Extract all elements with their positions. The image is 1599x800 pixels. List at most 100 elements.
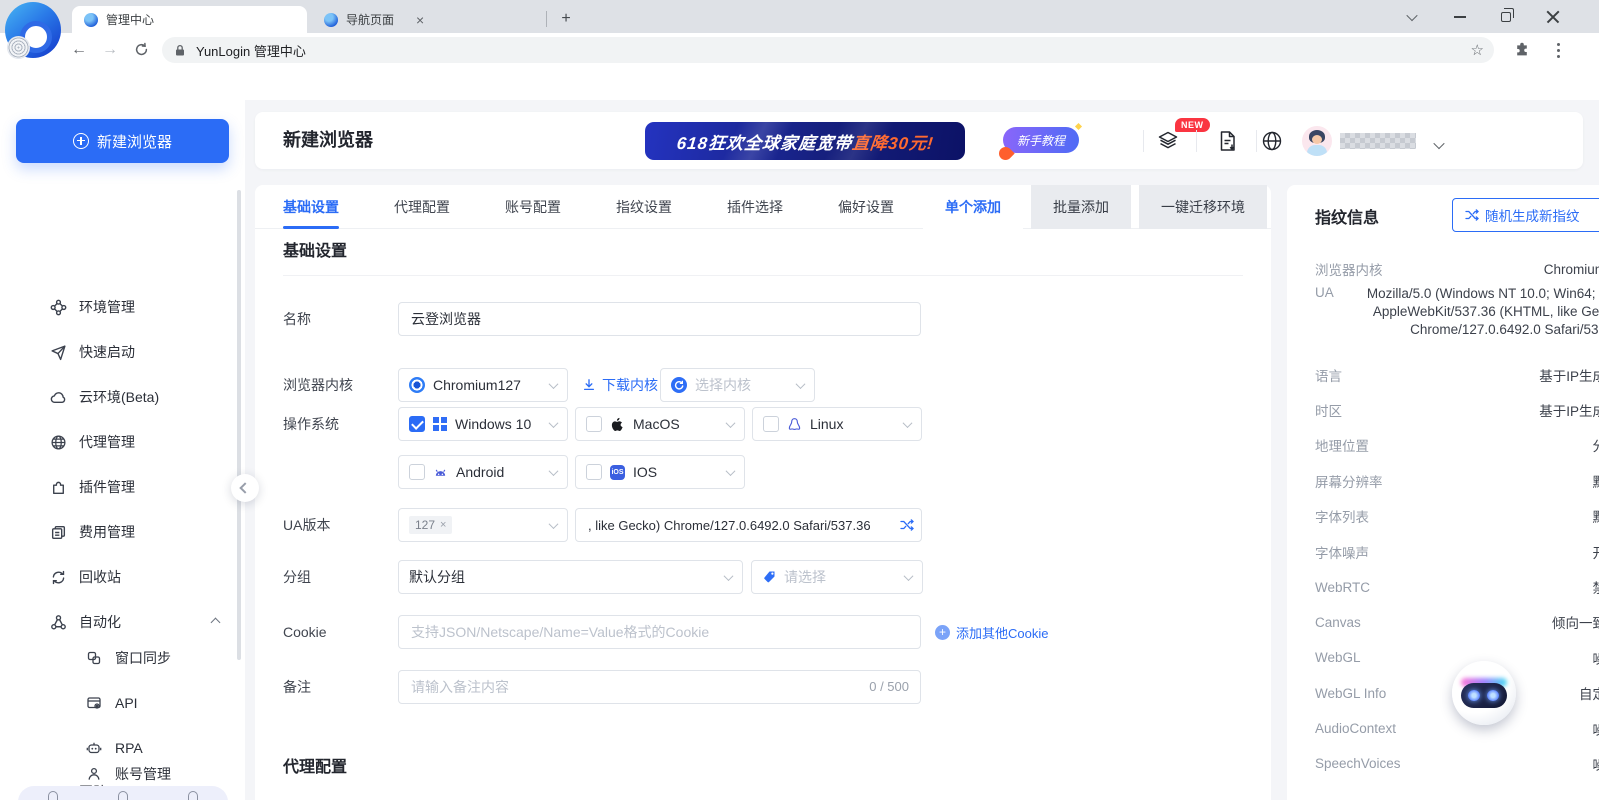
tab-basic-settings[interactable]: 基础设置 bbox=[283, 185, 339, 229]
ua-string-input[interactable] bbox=[575, 508, 922, 542]
browser-menu-icon[interactable] bbox=[1549, 40, 1567, 60]
checkbox-unchecked[interactable] bbox=[586, 464, 602, 480]
window-close-button[interactable] bbox=[1533, 0, 1573, 33]
regenerate-fingerprint-button[interactable]: 随机生成新指纹 bbox=[1452, 198, 1599, 232]
sidebar-item-recycle[interactable]: 回收站 bbox=[0, 560, 245, 594]
fingerprint-row: AudioContext噪 bbox=[1287, 711, 1599, 746]
mode-single-add[interactable]: 单个添加 bbox=[923, 185, 1023, 229]
sidebar-item-env[interactable]: 环境管理 bbox=[0, 290, 245, 324]
mode-buttons: 单个添加 批量添加 一键迁移环境 bbox=[923, 185, 1267, 229]
linux-icon bbox=[787, 417, 802, 432]
checkbox-unchecked[interactable] bbox=[763, 416, 779, 432]
sidebar-item-api[interactable]: API bbox=[0, 686, 245, 720]
os-macos-select[interactable]: MacOS bbox=[575, 407, 745, 441]
forward-icon[interactable]: → bbox=[97, 33, 123, 66]
sidebar-item-window-sync[interactable]: 窗口同步 bbox=[0, 641, 245, 675]
fingerprint-row: WebRTC禁 bbox=[1287, 569, 1599, 604]
sidebar-footer-bar[interactable] bbox=[18, 786, 228, 800]
sidebar-scrollbar[interactable] bbox=[237, 190, 241, 660]
account-chevron-icon[interactable] bbox=[1435, 136, 1443, 154]
char-counter: 0 / 500 bbox=[869, 670, 909, 704]
tab-account-config[interactable]: 账号配置 bbox=[505, 185, 561, 229]
tab-preference-settings[interactable]: 偏好设置 bbox=[838, 185, 894, 229]
remark-input[interactable] bbox=[398, 670, 921, 704]
avatar[interactable] bbox=[1302, 126, 1332, 156]
import-export-doc-icon[interactable] bbox=[1216, 129, 1240, 153]
promo-banner[interactable]: 618狂欢全球家庭宽带直降30元! bbox=[645, 122, 965, 160]
checkbox-unchecked[interactable] bbox=[409, 464, 425, 480]
window-minimize-button[interactable] bbox=[1440, 0, 1480, 33]
tag-select[interactable]: 请选择 bbox=[751, 560, 923, 594]
sidebar-item-cloud-env[interactable]: 云环境(Beta) bbox=[0, 380, 245, 414]
banner-highlight: 直降30元! bbox=[851, 134, 935, 153]
fingerprint-row: 屏幕分辨率默 bbox=[1287, 463, 1599, 498]
chromium-icon bbox=[409, 377, 425, 393]
new-browser-button[interactable]: 新建浏览器 bbox=[16, 119, 229, 163]
kernel-select[interactable]: Chromium127 bbox=[398, 368, 568, 402]
app-logo bbox=[5, 2, 61, 58]
sidebar-item-proxy[interactable]: 代理管理 bbox=[0, 425, 245, 459]
select-kernel-select[interactable]: 选择内核 bbox=[660, 368, 815, 402]
layers-icon[interactable] bbox=[1156, 129, 1180, 153]
sidebar-item-plugins[interactable]: 插件管理 bbox=[0, 470, 245, 504]
tutorial-button[interactable]: 新手教程 bbox=[1003, 127, 1079, 153]
download-kernel-link[interactable]: 下载内核 bbox=[582, 368, 658, 402]
address-bar[interactable]: YunLogin 管理中心 ☆ bbox=[162, 37, 1494, 63]
window-menu-chevron[interactable] bbox=[1392, 0, 1432, 33]
os-linux-select[interactable]: Linux bbox=[752, 407, 922, 441]
reload-icon[interactable] bbox=[128, 33, 154, 66]
checkbox-checked[interactable] bbox=[409, 416, 425, 432]
group-select[interactable]: 默认分组 bbox=[398, 560, 743, 594]
browser-tab-inactive[interactable]: 导航页面 × bbox=[312, 6, 540, 33]
extensions-puzzle-icon[interactable] bbox=[1509, 33, 1535, 66]
add-cookie-link[interactable]: 添加其他Cookie bbox=[935, 615, 1048, 649]
plus-circle-icon bbox=[73, 133, 89, 149]
screen: 管理中心 导航页面 × + ← → YunLogin 管理中心 ☆ bbox=[0, 0, 1599, 800]
ios-icon bbox=[610, 465, 625, 480]
mode-migrate-env[interactable]: 一键迁移环境 bbox=[1139, 185, 1267, 229]
banner-text: 618狂欢全球家庭宽带 bbox=[675, 134, 852, 153]
new-badge: NEW bbox=[1175, 118, 1210, 132]
name-label: 名称 bbox=[283, 302, 311, 336]
mode-batch-add[interactable]: 批量添加 bbox=[1031, 185, 1131, 229]
tag-remove-icon[interactable]: × bbox=[440, 519, 446, 531]
fingerprint-row: SpeechVoices噪 bbox=[1287, 746, 1599, 781]
cookie-input[interactable] bbox=[398, 615, 921, 649]
name-input[interactable] bbox=[398, 302, 921, 336]
tab-favicon bbox=[324, 13, 338, 27]
fingerprint-row: 浏览器内核 Chromium bbox=[1287, 255, 1599, 283]
sidebar-group-automation[interactable]: 自动化 bbox=[0, 605, 245, 639]
language-globe-icon[interactable] bbox=[1260, 129, 1284, 153]
download-icon bbox=[582, 378, 596, 392]
tab-plugin-select[interactable]: 插件选择 bbox=[727, 185, 783, 229]
ua-version-select[interactable]: 127× bbox=[398, 508, 568, 542]
new-tab-button[interactable]: + bbox=[554, 7, 578, 31]
main-panel: 基础设置 代理配置 账号配置 指纹设置 插件选择 偏好设置 单个添加 批量添加 … bbox=[255, 185, 1271, 800]
os-ios-select[interactable]: IOS bbox=[575, 455, 745, 489]
checkbox-unchecked[interactable] bbox=[586, 416, 602, 432]
tab-fingerprint-settings[interactable]: 指纹设置 bbox=[616, 185, 672, 229]
sidebar-item-billing[interactable]: 费用管理 bbox=[0, 515, 245, 549]
globe-icon bbox=[50, 434, 67, 451]
back-icon[interactable]: ← bbox=[66, 33, 92, 66]
fingerprint-rows: 语言基于IP生成 时区基于IP生成 地理位置分 屏幕分辨率默 字体列表默 字体噪… bbox=[1287, 357, 1599, 782]
os-android-select[interactable]: Android bbox=[398, 455, 568, 489]
sidebar-item-quick-launch[interactable]: 快速启动 bbox=[0, 335, 245, 369]
os-windows-select[interactable]: Windows 10 bbox=[398, 407, 568, 441]
window-restore-button[interactable] bbox=[1486, 0, 1526, 33]
sidebar: 新建浏览器 环境管理 快速启动 云环境(Beta) 代理管理 插件管理 费用管理 bbox=[0, 100, 245, 800]
sidebar-collapse-handle[interactable] bbox=[231, 474, 259, 502]
bookmark-star-icon[interactable]: ☆ bbox=[1471, 41, 1484, 59]
collapse-arrow-icon[interactable] bbox=[211, 617, 221, 627]
tab-proxy-config[interactable]: 代理配置 bbox=[394, 185, 450, 229]
section-proxy-heading: 代理配置 bbox=[283, 753, 347, 777]
ua-version-tag: 127× bbox=[409, 516, 452, 534]
assistant-robot[interactable] bbox=[1452, 661, 1516, 725]
fingerprint-row: WebGL噪 bbox=[1287, 640, 1599, 675]
ua-shuffle-icon[interactable] bbox=[900, 518, 914, 532]
tab-separator bbox=[546, 11, 547, 27]
shuffle-icon bbox=[1465, 208, 1479, 222]
tab-close-icon[interactable]: × bbox=[416, 12, 424, 28]
browser-tab-active[interactable]: 管理中心 bbox=[72, 6, 307, 33]
fingerprint-title: 指纹信息 bbox=[1315, 204, 1379, 228]
